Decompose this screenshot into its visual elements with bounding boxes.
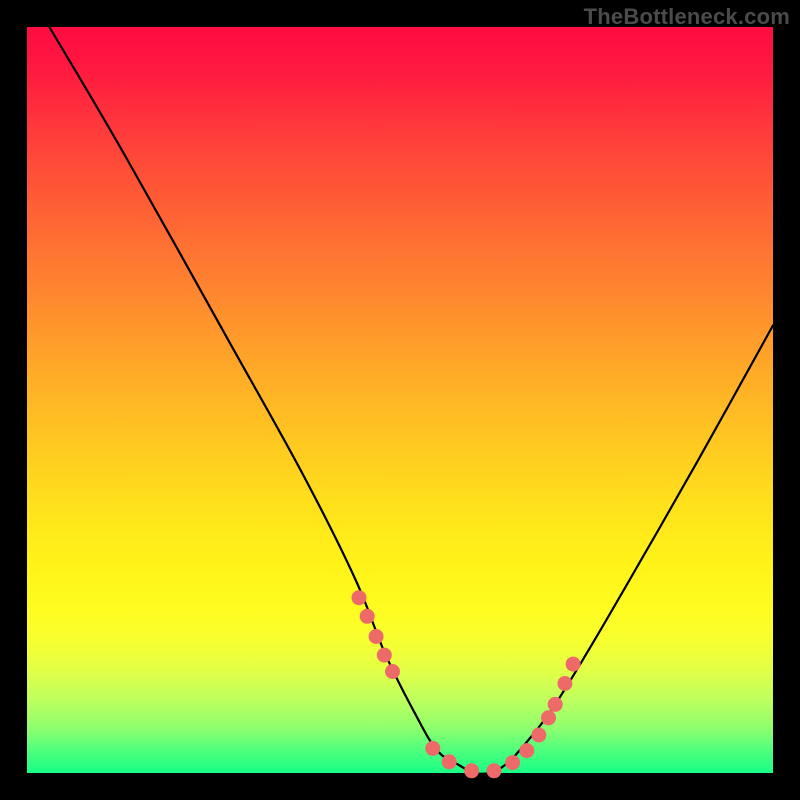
highlight-dot (425, 741, 440, 756)
highlight-dot (531, 728, 546, 743)
highlight-dot (557, 676, 572, 691)
highlight-dot (566, 657, 581, 672)
highlight-dot (369, 629, 384, 644)
highlight-dots (352, 590, 581, 778)
plot-area (27, 27, 773, 773)
highlight-dot (360, 609, 375, 624)
highlight-dot (464, 763, 479, 778)
highlight-dot (548, 697, 563, 712)
curve-layer (27, 27, 773, 773)
highlight-dot (541, 710, 556, 725)
highlight-dot (519, 743, 534, 758)
attribution-label: TheBottleneck.com (584, 4, 790, 30)
highlight-dot (505, 755, 520, 770)
highlight-dot (442, 754, 457, 769)
highlight-dot (377, 648, 392, 663)
highlight-dot (352, 590, 367, 605)
highlight-dot (487, 763, 502, 778)
bottleneck-curve (49, 27, 773, 774)
highlight-dot (385, 664, 400, 679)
chart-stage: TheBottleneck.com (0, 0, 800, 800)
